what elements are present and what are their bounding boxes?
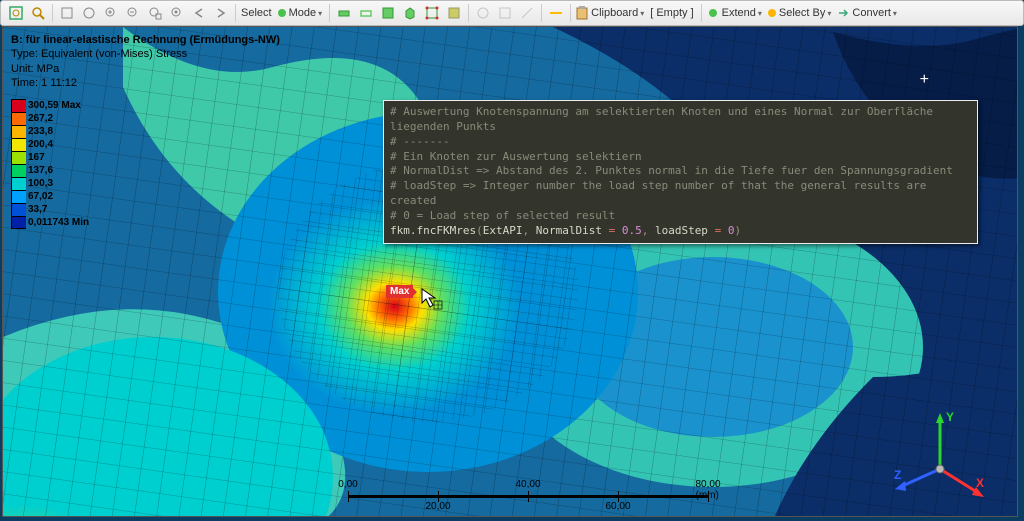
body-select-icon[interactable] bbox=[401, 4, 419, 22]
legend-row: 67,02 bbox=[11, 190, 89, 203]
misc2-icon[interactable] bbox=[496, 4, 514, 22]
selectby-dropdown[interactable]: Select By▾ bbox=[766, 7, 835, 19]
separator bbox=[570, 4, 571, 22]
separator bbox=[541, 4, 542, 22]
plane-icon[interactable] bbox=[547, 4, 565, 22]
face-select-icon[interactable] bbox=[379, 4, 397, 22]
separator bbox=[701, 4, 702, 22]
cursor-icon bbox=[420, 287, 444, 311]
max-probe-label[interactable]: Max bbox=[386, 285, 413, 298]
legend-row: 33,7 bbox=[11, 203, 89, 216]
svg-text:X: X bbox=[976, 476, 984, 490]
console-line: # loadStep => Integer number the load st… bbox=[390, 179, 971, 209]
console-line: # ------- bbox=[390, 135, 971, 150]
zoom-fit-icon[interactable] bbox=[7, 4, 25, 22]
convert-dropdown[interactable]: Convert▾ bbox=[835, 7, 901, 19]
extend-dropdown[interactable]: Extend▾ bbox=[705, 7, 766, 19]
contour-legend: 300,59 Max 267,2 233,8 200,4 167 137,6 1… bbox=[11, 99, 89, 229]
result-unit: Unit: MPa bbox=[11, 62, 280, 76]
console-line: # Auswertung Knotenspannung am selektier… bbox=[390, 105, 971, 135]
separator bbox=[52, 4, 53, 22]
prev-view-icon[interactable] bbox=[190, 4, 208, 22]
script-console[interactable]: # Auswertung Knotenspannung am selektier… bbox=[383, 100, 978, 244]
zoom-in-icon[interactable] bbox=[102, 4, 120, 22]
misc1-icon[interactable] bbox=[474, 4, 492, 22]
legend-row: 167 bbox=[11, 151, 89, 164]
edge-select-icon[interactable] bbox=[357, 4, 375, 22]
main-toolbar: Select Mode▾ Clipboard▾ [ Empty ] Extend… bbox=[0, 0, 1024, 26]
next-view-icon[interactable] bbox=[212, 4, 230, 22]
scale-bar: 0,00 20,00 40,00 60,00 80,00 (mm) bbox=[348, 495, 708, 498]
rotation-center-icon: + bbox=[920, 71, 929, 89]
select-dropdown[interactable]: Select bbox=[239, 7, 276, 19]
legend-row: 0,011743 Min bbox=[11, 216, 89, 229]
console-code-line: fkm.fncFKMres(ExtAPI, NormalDist = 0.5, … bbox=[390, 224, 971, 239]
separator bbox=[235, 4, 236, 22]
result-title: B: für linear-elastische Rechnung (Ermüd… bbox=[11, 33, 280, 47]
node-select-icon[interactable] bbox=[423, 4, 441, 22]
legend-row: 200,4 bbox=[11, 138, 89, 151]
orientation-triad[interactable]: Y X Z bbox=[892, 409, 987, 504]
result-time: Time: 1 11:12 bbox=[11, 76, 280, 90]
pan-icon[interactable] bbox=[58, 4, 76, 22]
clipboard-empty[interactable]: [ Empty ] bbox=[648, 7, 697, 19]
console-line: # Ein Knoten zur Auswertung selektiern bbox=[390, 150, 971, 165]
svg-text:Z: Z bbox=[894, 468, 901, 482]
element-select-icon[interactable] bbox=[445, 4, 463, 22]
result-type: Type: Equivalent (von-Mises) Stress bbox=[11, 47, 280, 61]
graphics-viewport[interactable]: B: für linear-elastische Rechnung (Ermüd… bbox=[2, 26, 1018, 517]
look-icon[interactable] bbox=[168, 4, 186, 22]
clipboard-dropdown[interactable]: Clipboard▾ bbox=[574, 6, 648, 20]
legend-row: 300,59 Max bbox=[11, 99, 89, 112]
legend-row: 233,8 bbox=[11, 125, 89, 138]
result-info: B: für linear-elastische Rechnung (Ermüd… bbox=[11, 33, 280, 90]
console-line: # NormalDist => Abstand des 2. Punktes n… bbox=[390, 164, 971, 179]
zoom-out-icon[interactable] bbox=[124, 4, 142, 22]
console-line: # 0 = Load step of selected result bbox=[390, 209, 971, 224]
vertex-select-icon[interactable] bbox=[335, 4, 353, 22]
svg-text:Y: Y bbox=[946, 410, 954, 424]
legend-row: 267,2 bbox=[11, 112, 89, 125]
zoom-window-icon[interactable] bbox=[146, 4, 164, 22]
separator bbox=[329, 4, 330, 22]
mode-dropdown[interactable]: Mode▾ bbox=[276, 7, 327, 19]
separator bbox=[468, 4, 469, 22]
zoom-box-icon[interactable] bbox=[29, 4, 47, 22]
legend-row: 100,3 bbox=[11, 177, 89, 190]
misc3-icon[interactable] bbox=[518, 4, 536, 22]
rotate-icon[interactable] bbox=[80, 4, 98, 22]
legend-row: 137,6 bbox=[11, 164, 89, 177]
